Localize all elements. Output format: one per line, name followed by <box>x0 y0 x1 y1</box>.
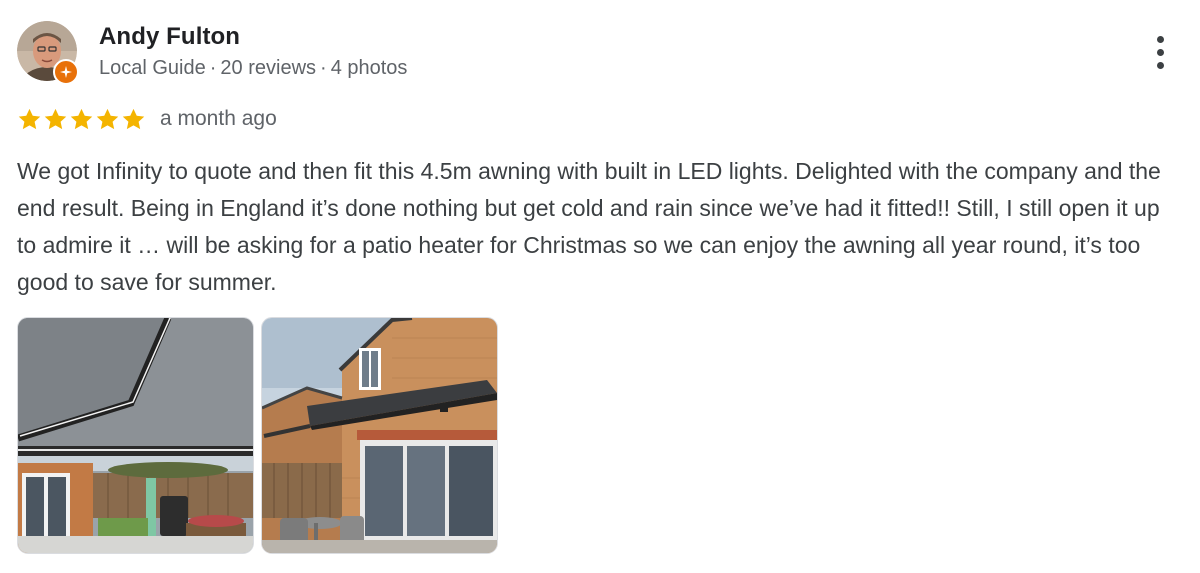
photo-house-awning <box>262 318 497 553</box>
review-text: We got Infinity to quote and then fit th… <box>17 158 1161 295</box>
review-photo[interactable] <box>17 317 254 554</box>
star-icon <box>122 108 145 129</box>
star-icon <box>96 108 119 129</box>
star-rating <box>17 107 147 132</box>
photo-awning-underside <box>18 318 253 553</box>
star-icon <box>44 108 67 129</box>
star-icon <box>18 108 41 129</box>
meta-separator: · <box>209 57 217 79</box>
rating-row: a month ago <box>17 105 277 133</box>
more-dot <box>1156 35 1164 43</box>
reviewer-meta: Local Guide · 20 reviews · 4 photos <box>99 57 407 80</box>
review-photo[interactable] <box>261 317 498 554</box>
meta-separator: · <box>320 57 327 79</box>
more-dot <box>1156 61 1164 69</box>
photo-count: 4 photos <box>330 57 408 79</box>
reviewer-name[interactable]: Andy Fulton <box>99 23 240 51</box>
star-icon <box>70 108 93 129</box>
avatar[interactable] <box>17 21 79 85</box>
more-vert-icon[interactable] <box>1146 32 1174 72</box>
review-count: 20 reviews <box>220 57 317 79</box>
local-guide-badge-icon <box>53 59 79 85</box>
review-time: a month ago <box>160 107 277 130</box>
local-guide-label: Local Guide <box>99 57 206 79</box>
more-dot <box>1156 48 1164 56</box>
